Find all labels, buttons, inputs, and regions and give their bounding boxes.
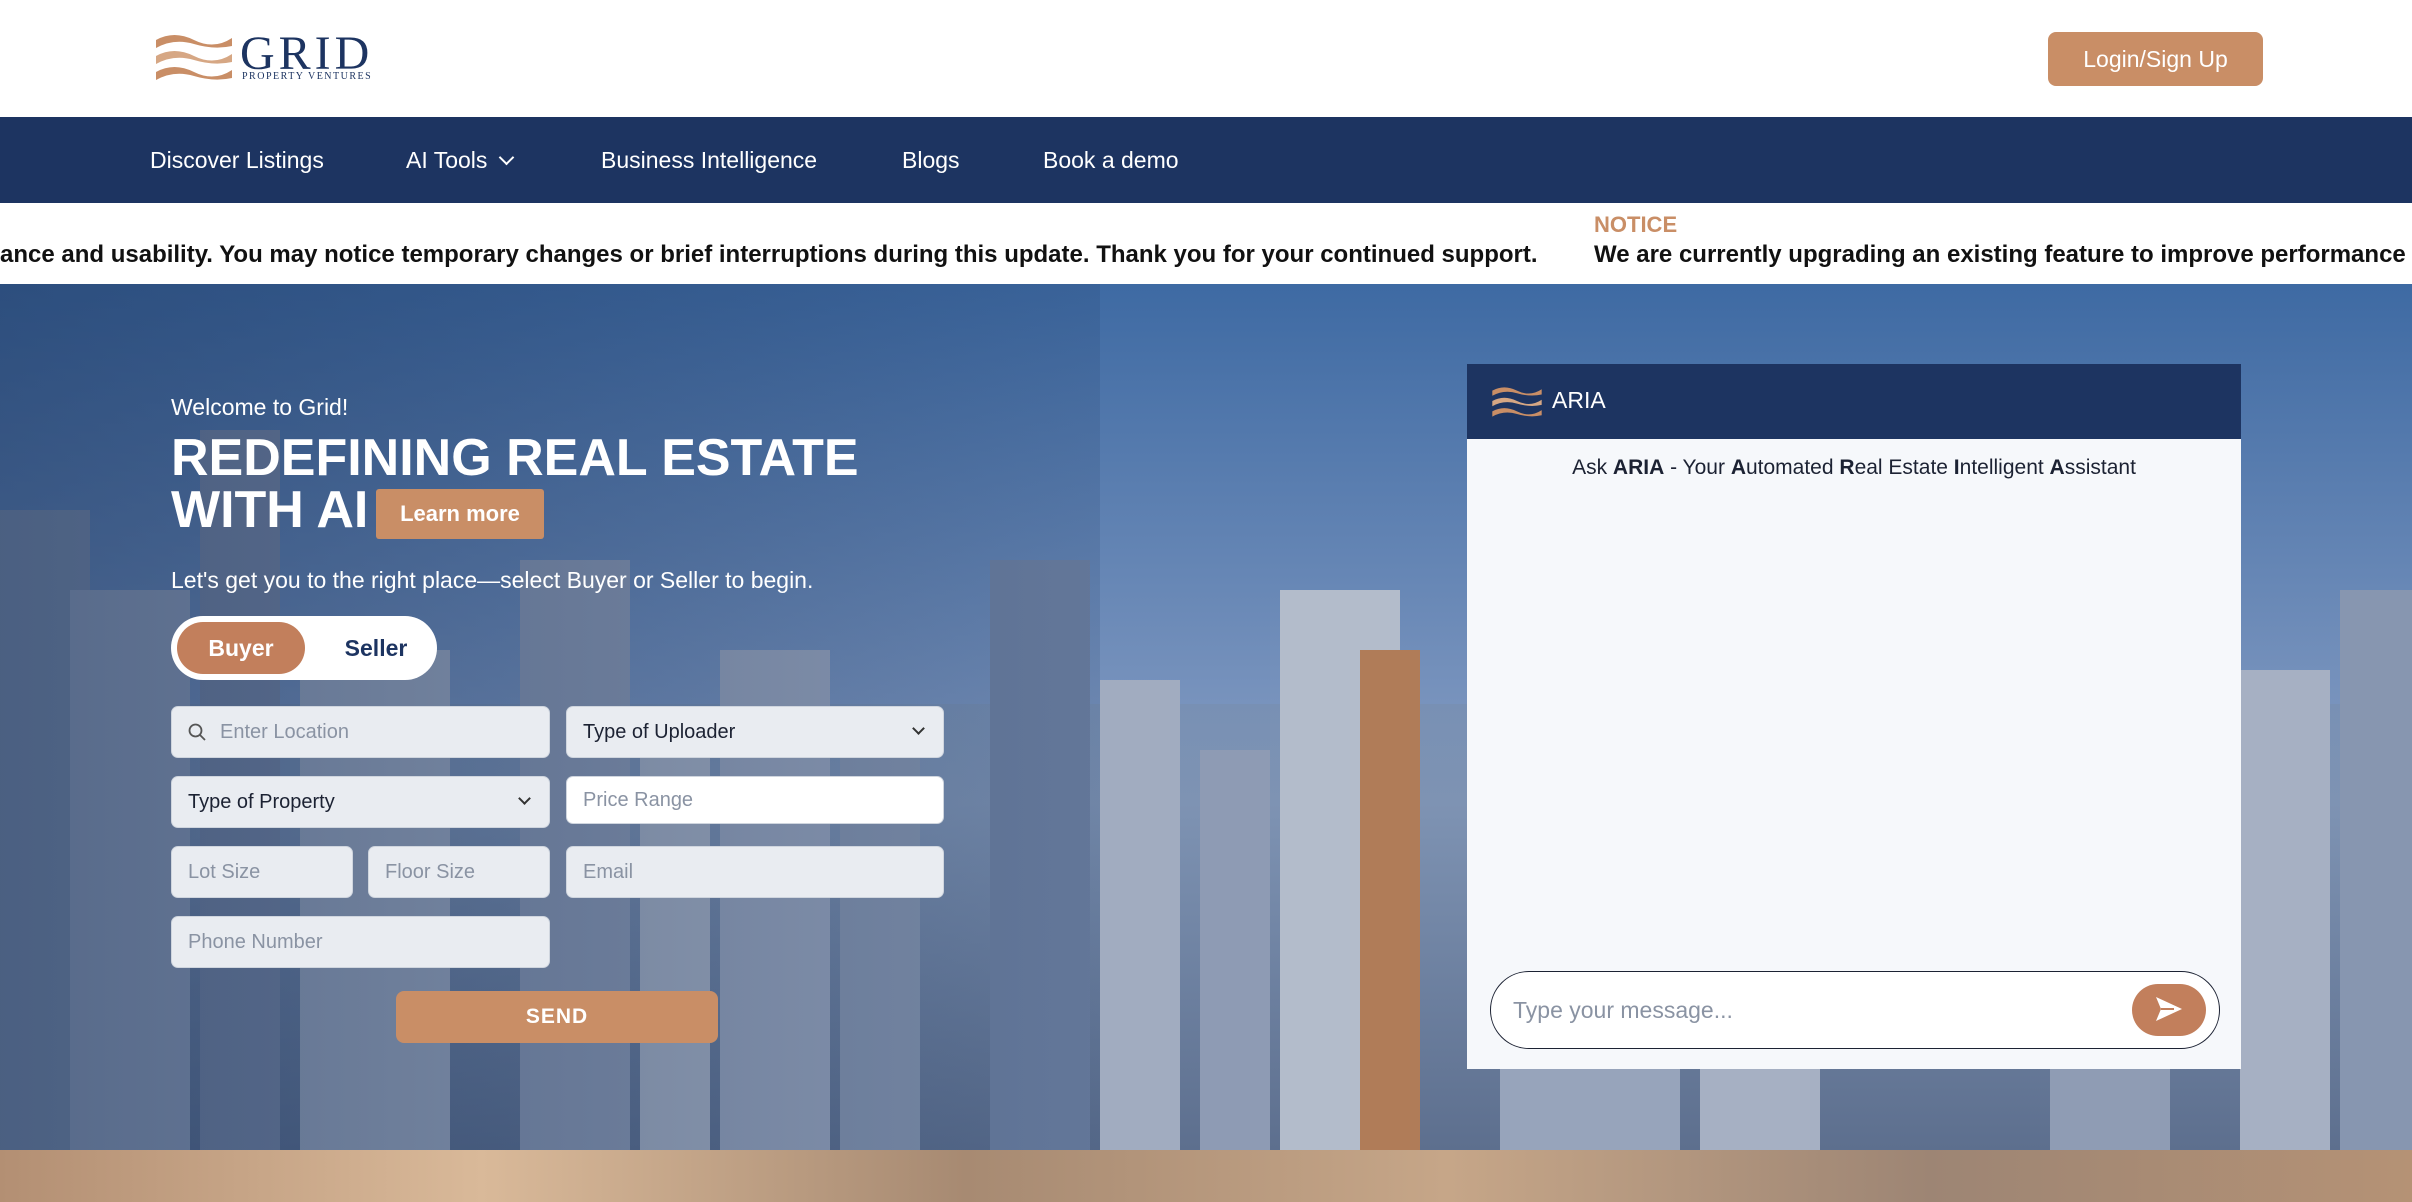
hero-section: Welcome to Grid! REDEFINING REAL ESTATE … xyxy=(0,284,2412,1150)
acronym-letter: A xyxy=(2049,456,2065,479)
nav-blogs[interactable]: Blogs xyxy=(902,117,960,203)
chevron-down-icon xyxy=(499,149,515,166)
chat-subtitle-name: ARIA xyxy=(1612,456,1665,479)
lot-size-input[interactable]: Lot Size xyxy=(171,846,353,898)
notice-text-head: We are currently upgrading an existing f… xyxy=(1594,241,2412,268)
property-type-select[interactable]: Type of Property xyxy=(171,776,550,828)
chevron-down-icon xyxy=(912,722,925,735)
aria-chat-widget: ARIA Ask ARIA - Your Automated Real Esta… xyxy=(1467,364,2241,1069)
email-input[interactable]: Email xyxy=(566,846,944,898)
hero-headline-line2: WITH AI xyxy=(171,481,369,539)
acronym-letter: A xyxy=(1730,456,1746,479)
uploader-type-select[interactable]: Type of Uploader xyxy=(566,706,944,758)
learn-more-button[interactable]: Learn more xyxy=(376,489,544,539)
chat-header: ARIA xyxy=(1467,364,2241,439)
nav-ai-tools-label: AI Tools xyxy=(406,147,488,173)
price-range-input[interactable]: Price Range xyxy=(566,776,944,824)
hero-headline: REDEFINING REAL ESTATE WITH AI xyxy=(171,432,971,536)
chat-title: ARIA xyxy=(1552,387,1606,413)
acronym-word: ssistant xyxy=(2064,456,2136,479)
logo-subtext: PROPERTY VENTURES xyxy=(242,71,373,82)
top-header: GRID PROPERTY VENTURES Login/Sign Up xyxy=(0,0,2412,117)
aria-logo-icon xyxy=(1492,387,1542,417)
uploader-type-value: Type of Uploader xyxy=(583,721,736,743)
notice-ticker: NOTICE ance and usability. You may notic… xyxy=(0,203,2412,284)
search-icon xyxy=(188,723,206,741)
chat-input-placeholder: Type your message... xyxy=(1513,997,1733,1023)
acronym-word: eal Estate xyxy=(1854,456,1954,479)
notice-label: NOTICE xyxy=(1594,212,1678,237)
chat-subtitle-prefix: Ask xyxy=(1572,456,1613,479)
chat-send-button[interactable] xyxy=(2132,984,2206,1036)
bottom-city-strip xyxy=(0,1150,2412,1202)
chevron-down-icon xyxy=(518,792,531,805)
send-arrow-icon xyxy=(2156,996,2182,1021)
send-button[interactable]: SEND xyxy=(396,991,718,1043)
notice-text-tail: ance and usability. You may notice tempo… xyxy=(0,241,1538,268)
grid-logo[interactable]: GRID PROPERTY VENTURES xyxy=(154,26,371,88)
nav-book-demo[interactable]: Book a demo xyxy=(1043,117,1179,203)
chat-subtitle-dash: - Your xyxy=(1664,456,1731,479)
seller-toggle-option[interactable]: Seller xyxy=(321,622,431,674)
acronym-letter: R xyxy=(1839,456,1855,479)
location-input[interactable]: Enter Location xyxy=(171,706,550,758)
chat-message-input[interactable]: Type your message... xyxy=(1490,971,2220,1049)
hero-lead-text: Let's get you to the right place—select … xyxy=(171,567,814,593)
login-signup-button[interactable]: Login/Sign Up xyxy=(2048,32,2263,86)
location-placeholder: Enter Location xyxy=(220,721,349,743)
acronym-word: ntelligent xyxy=(1959,456,2050,479)
buyer-seller-toggle: Buyer Seller xyxy=(171,616,437,680)
floor-size-input[interactable]: Floor Size xyxy=(368,846,550,898)
logo-waves-icon xyxy=(156,35,232,80)
nav-business-intelligence[interactable]: Business Intelligence xyxy=(601,117,817,203)
buyer-toggle-option[interactable]: Buyer xyxy=(177,622,305,674)
acronym-word: utomated xyxy=(1745,456,1840,479)
nav-discover-listings[interactable]: Discover Listings xyxy=(150,117,324,203)
welcome-text: Welcome to Grid! xyxy=(171,394,349,420)
hero-headline-line1: REDEFINING REAL ESTATE xyxy=(171,429,859,487)
phone-number-input[interactable]: Phone Number xyxy=(171,916,550,968)
chat-subtitle: Ask ARIA - Your Automated Real Estate In… xyxy=(1467,456,2241,480)
main-nav: Discover Listings AI Tools Business Inte… xyxy=(0,117,2412,203)
property-type-value: Type of Property xyxy=(188,791,335,813)
nav-ai-tools[interactable]: AI Tools xyxy=(406,117,515,203)
